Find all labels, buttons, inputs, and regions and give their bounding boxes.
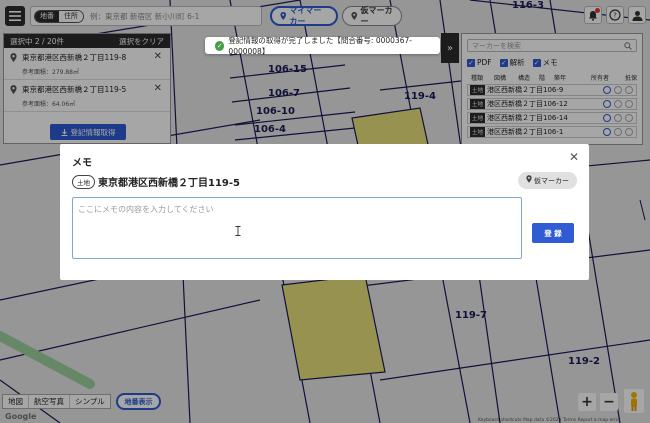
check-circle-icon: ✓ [215, 40, 225, 51]
temp-marker-badge[interactable]: 仮マーカー [517, 172, 577, 189]
text-cursor-icon [235, 226, 241, 236]
success-toast: ✓ 登記情報の取得が完了しました【問合番号: 0000367-0000008】 [205, 35, 440, 56]
register-button[interactable]: 登 録 [532, 223, 574, 243]
land-type-tag: 土地 [72, 175, 95, 189]
dialog-title: メモ [72, 158, 92, 169]
pin-icon [526, 175, 532, 183]
close-dialog-button[interactable]: ✕ [569, 150, 579, 164]
dialog-address: 東京都港区西新橋２丁目119-5 [98, 178, 240, 189]
memo-textarea[interactable]: ここにメモの内容を入力してください [72, 197, 522, 259]
toast-message: 登記情報の取得が完了しました【問合番号: 0000367-0000008】 [228, 35, 412, 56]
memo-dialog: メモ ✕ 土地 東京都港区西新橋２丁目119-5 仮マーカー ここにメモの内容を… [60, 144, 589, 280]
temp-marker-badge-label: 仮マーカー [534, 177, 569, 185]
app-screen: 116-3 106-15 106-7 106-10 106-4 119-4 11… [0, 0, 650, 423]
close-icon: ✕ [568, 150, 579, 164]
